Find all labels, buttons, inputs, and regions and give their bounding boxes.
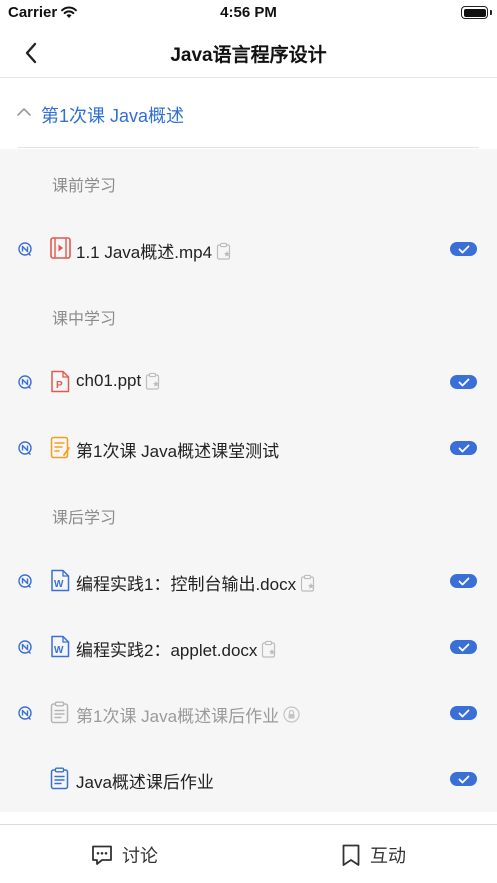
lesson-content-list: 课前学习 1.1 Java概述.mp4 课中学习 P ch01.ppt 第1次课… (0, 149, 497, 812)
check-icon (458, 444, 469, 452)
item-name: 1.1 Java概述.mp4 (76, 238, 232, 263)
item-name: 编程实践2：applet.docx (76, 636, 277, 661)
ppt-file-icon: P (51, 370, 70, 393)
section-label-after-class: 课后学习 (52, 510, 117, 527)
divider (18, 147, 479, 148)
check-icon (458, 709, 469, 717)
item-name-text: 编程实践1：控制台输出.docx (76, 575, 297, 594)
list-item[interactable]: 第1次课 Java概述课后作业 (0, 693, 497, 733)
list-item[interactable]: 1.1 Java概述.mp4 (0, 229, 497, 269)
chapter-title: 第1次课 Java概述 (41, 106, 185, 126)
status-bar: Carrier 4:56 PM (0, 0, 497, 28)
item-name-text: ch01.ppt (76, 371, 142, 390)
chat-bubble-icon (92, 845, 112, 865)
tab-discuss[interactable]: 讨论 (90, 841, 158, 869)
battery-tip (490, 10, 492, 15)
live-status-icon (18, 574, 32, 588)
item-name-text: 1.1 Java概述.mp4 (76, 243, 213, 262)
list-item[interactable]: P ch01.ppt (0, 362, 497, 402)
completed-badge (450, 441, 477, 455)
item-name: Java概述课后作业 (76, 768, 214, 793)
clipboard-star-icon (216, 242, 231, 260)
video-file-icon (50, 237, 71, 259)
clock-time: 4:56 PM (220, 4, 277, 21)
check-icon (458, 378, 469, 386)
section-label-during-class: 课中学习 (52, 311, 117, 328)
clipboard-star-icon (300, 574, 315, 592)
tab-interact[interactable]: 互动 (340, 841, 406, 869)
chapter-header[interactable]: 第1次课 Java概述 (0, 78, 497, 148)
battery-icon (461, 6, 488, 19)
completed-badge (450, 640, 477, 654)
completed-badge (450, 242, 477, 256)
item-name: 第1次课 Java概述课后作业 (76, 702, 300, 727)
clipboard-star-icon (262, 640, 276, 658)
check-icon (458, 775, 469, 783)
tab-interact-label: 互动 (370, 846, 406, 866)
section-label-before-class: 课前学习 (52, 178, 117, 195)
word-file-icon: W (51, 635, 70, 658)
item-name: 编程实践1：控制台输出.docx (76, 570, 316, 595)
item-name: ch01.ppt (76, 371, 161, 391)
page-title: Java语言程序设计 (170, 45, 327, 66)
check-icon (458, 643, 469, 651)
clipboard-star-icon (146, 372, 160, 390)
live-status-icon (18, 242, 32, 256)
item-name-text: 第1次课 Java概述课堂测试 (76, 442, 280, 461)
quiz-file-icon (50, 436, 70, 459)
chevron-up-icon (17, 108, 31, 116)
bookmark-icon (342, 844, 360, 866)
item-name-text: 编程实践2：applet.docx (76, 641, 258, 660)
completed-badge (450, 574, 477, 588)
live-status-icon (18, 706, 32, 720)
live-status-icon (18, 375, 32, 389)
check-icon (458, 577, 469, 585)
svg-text:P: P (56, 380, 63, 391)
svg-text:W: W (54, 579, 64, 590)
live-status-icon (18, 640, 32, 654)
item-name-text: Java概述课后作业 (76, 773, 214, 792)
item-name: 第1次课 Java概述课堂测试 (76, 437, 279, 462)
list-item[interactable]: W 编程实践2：applet.docx (0, 627, 497, 667)
completed-badge (450, 706, 477, 720)
check-icon (458, 245, 469, 253)
word-file-icon: W (51, 569, 70, 592)
homework-file-icon (50, 767, 69, 790)
tab-discuss-label: 讨论 (122, 846, 158, 866)
lock-icon (283, 706, 300, 723)
completed-badge (450, 375, 477, 389)
bottom-tab-bar: 讨论 互动 (0, 824, 497, 883)
navigation-bar: Java语言程序设计 (0, 28, 497, 78)
live-status-icon (18, 441, 32, 455)
completed-badge (450, 772, 477, 786)
item-name-text: 第1次课 Java概述课后作业 (76, 707, 280, 726)
svg-text:W: W (54, 645, 64, 656)
list-item[interactable]: W 编程实践1：控制台输出.docx (0, 561, 497, 601)
list-item[interactable]: 第1次课 Java概述课堂测试 (0, 428, 497, 468)
list-item[interactable]: Java概述课后作业 (0, 759, 497, 799)
homework-file-icon (50, 701, 69, 724)
